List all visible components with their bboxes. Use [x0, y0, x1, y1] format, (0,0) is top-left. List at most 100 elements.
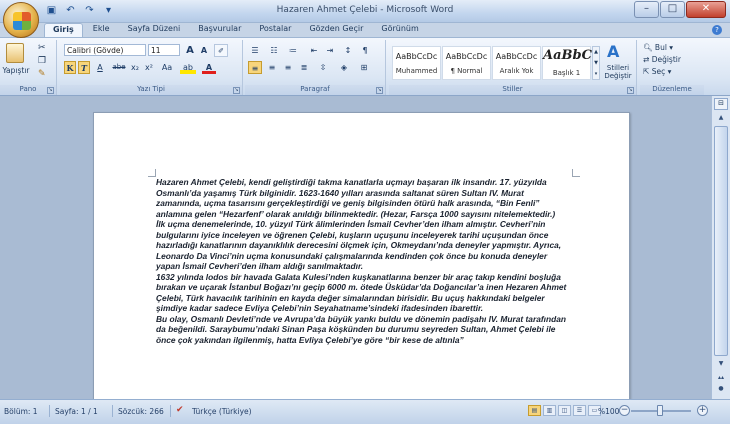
- superscript-button[interactable]: x²: [143, 61, 155, 74]
- proofing-icon[interactable]: ✔: [176, 405, 184, 415]
- document-body[interactable]: Hazaren Ahmet Çelebi, kendi geliştirdiği…: [156, 177, 568, 345]
- scroll-thumb[interactable]: [714, 126, 728, 356]
- font-size-box[interactable]: 11: [148, 44, 180, 56]
- font-launcher-icon[interactable]: ↘: [233, 87, 240, 94]
- align-center-icon[interactable]: ≡: [265, 61, 279, 74]
- style-sample: AaBbCcDc: [395, 52, 438, 61]
- style-name: ¶ Normal: [450, 67, 483, 75]
- maximize-button[interactable]: □: [660, 1, 685, 18]
- change-styles-icon[interactable]: A: [607, 42, 619, 61]
- justify-icon[interactable]: ≣: [297, 61, 311, 74]
- customize-qat-icon[interactable]: ▾: [101, 4, 116, 18]
- find-button[interactable]: 🔍︎ Bul ▾: [643, 43, 673, 52]
- window-controls: – □ ✕: [633, 1, 726, 18]
- line-spacing-icon[interactable]: ⇳: [316, 61, 330, 74]
- vertical-scrollbar[interactable]: ⊟ ▲ ▼ ▴▴ ●: [711, 96, 730, 399]
- tab-mailings[interactable]: Postalar: [251, 23, 299, 37]
- sort-icon[interactable]: ↕: [341, 44, 355, 57]
- underline-button[interactable]: A: [93, 61, 107, 74]
- styles-launcher-icon[interactable]: ↘: [627, 87, 634, 94]
- align-left-icon[interactable]: ≡: [248, 61, 262, 74]
- bold-button[interactable]: K: [64, 61, 76, 74]
- replace-button[interactable]: ⇄ Değiştir: [643, 55, 681, 64]
- styles-group-label: Stiller: [389, 85, 636, 95]
- close-button[interactable]: ✕: [686, 1, 726, 18]
- full-screen-reading-view-icon[interactable]: ▥: [543, 405, 556, 416]
- shading-icon[interactable]: ◈: [337, 61, 351, 74]
- window-title: Hazaren Ahmet Çelebi - Microsoft Word: [276, 5, 454, 15]
- style-heading-1[interactable]: AaBbC( Başlık 1: [542, 46, 598, 80]
- increase-indent-icon[interactable]: ⇥: [323, 44, 337, 57]
- bullets-icon[interactable]: ☰: [248, 44, 262, 57]
- undo-icon[interactable]: ↶: [63, 4, 78, 18]
- view-ruler-icon[interactable]: ⊟: [714, 98, 728, 110]
- tab-references[interactable]: Başvurular: [190, 23, 249, 37]
- office-button[interactable]: [3, 2, 39, 38]
- paragraph-launcher-icon[interactable]: ↘: [376, 87, 383, 94]
- status-divider: [49, 405, 50, 417]
- show-marks-icon[interactable]: ¶: [358, 44, 372, 57]
- select-label: Seç: [651, 67, 666, 76]
- clipboard-launcher-icon[interactable]: ↘: [47, 87, 54, 94]
- scroll-down-icon[interactable]: ▼: [714, 358, 728, 370]
- select-icon: ⇱: [643, 67, 650, 76]
- grow-font-button[interactable]: A: [184, 44, 196, 57]
- format-painter-icon[interactable]: ✎: [38, 69, 46, 79]
- cut-icon[interactable]: ✂: [38, 43, 46, 53]
- scroll-up-icon[interactable]: ▲: [714, 112, 728, 124]
- language-indicator[interactable]: Türkçe (Türkiye): [192, 407, 252, 416]
- outline-view-icon[interactable]: ☰: [573, 405, 586, 416]
- page-indicator[interactable]: Sayfa: 1 / 1: [55, 407, 98, 416]
- multilevel-list-icon[interactable]: ≔: [286, 44, 300, 57]
- word-count[interactable]: Sözcük: 266: [118, 407, 164, 416]
- select-browse-object-icon[interactable]: ●: [714, 383, 728, 395]
- style-muhammed[interactable]: AaBbCcDc Muhammed: [392, 46, 441, 80]
- change-styles-label[interactable]: Stilleri Değiştir: [601, 64, 635, 80]
- style-no-spacing[interactable]: AaBbCcDc Aralık Yok: [492, 46, 541, 80]
- select-button[interactable]: ⇱ Seç ▾: [643, 67, 671, 76]
- zoom-in-icon[interactable]: +: [697, 405, 708, 416]
- tab-view[interactable]: Görünüm: [373, 23, 426, 37]
- tab-insert[interactable]: Ekle: [85, 23, 118, 37]
- decrease-indent-icon[interactable]: ⇤: [307, 44, 321, 57]
- office-logo-icon: [13, 12, 31, 30]
- margin-corner-mark: [148, 169, 156, 177]
- find-label: Bul: [654, 43, 667, 52]
- document-paragraph: Hazaren Ahmet Çelebi, kendi geliştirdiği…: [156, 177, 556, 219]
- tab-review[interactable]: Gözden Geçir: [301, 23, 371, 37]
- print-layout-view-icon[interactable]: ▤: [528, 405, 541, 416]
- style-normal[interactable]: AaBbCcDc ¶ Normal: [442, 46, 491, 80]
- zoom-out-icon[interactable]: −: [619, 405, 630, 416]
- font-name-box[interactable]: Calibri (Gövde): [64, 44, 146, 56]
- document-paragraph: 1632 yılında lodos bir havada Galata Kul…: [156, 271, 567, 314]
- borders-icon[interactable]: ⊞: [357, 61, 371, 74]
- subscript-button[interactable]: x₂: [129, 61, 141, 74]
- font-color-icon[interactable]: A: [202, 61, 216, 74]
- strikethrough-button[interactable]: abe: [111, 61, 127, 74]
- status-bar: Bölüm: 1 Sayfa: 1 / 1 Sözcük: 266 ✔ Türk…: [0, 399, 730, 424]
- find-icon: 🔍︎: [643, 43, 653, 52]
- numbering-icon[interactable]: ☷: [267, 44, 281, 57]
- document-page[interactable]: Hazaren Ahmet Çelebi, kendi geliştirdiği…: [93, 112, 630, 399]
- tab-home[interactable]: Giriş: [44, 23, 83, 37]
- paste-icon[interactable]: [6, 43, 24, 63]
- zoom-slider-thumb[interactable]: [657, 405, 663, 416]
- web-layout-view-icon[interactable]: ◫: [558, 405, 571, 416]
- paste-button-label[interactable]: Yapıştır: [0, 66, 32, 75]
- styles-gallery-scroll[interactable]: ▲ ▼ ▾: [592, 46, 600, 80]
- save-icon[interactable]: ▣: [44, 4, 59, 18]
- align-right-icon[interactable]: ≡: [281, 61, 295, 74]
- zoom-level[interactable]: %100: [598, 407, 619, 416]
- highlight-icon[interactable]: ab: [180, 61, 196, 74]
- tab-page-layout[interactable]: Sayfa Düzeni: [120, 23, 189, 37]
- redo-icon[interactable]: ↷: [82, 4, 97, 18]
- minimize-button[interactable]: –: [634, 1, 659, 18]
- section-indicator[interactable]: Bölüm: 1: [4, 407, 38, 416]
- shrink-font-button[interactable]: A: [198, 44, 210, 57]
- change-case-button[interactable]: Aa: [159, 61, 175, 74]
- copy-icon[interactable]: ❐: [38, 56, 46, 66]
- clear-format-icon[interactable]: ✐: [214, 44, 228, 57]
- italic-button[interactable]: T: [78, 61, 90, 74]
- ribbon-tabs: Giriş Ekle Sayfa Düzeni Başvurular Posta…: [44, 23, 427, 37]
- help-icon[interactable]: ?: [712, 25, 722, 35]
